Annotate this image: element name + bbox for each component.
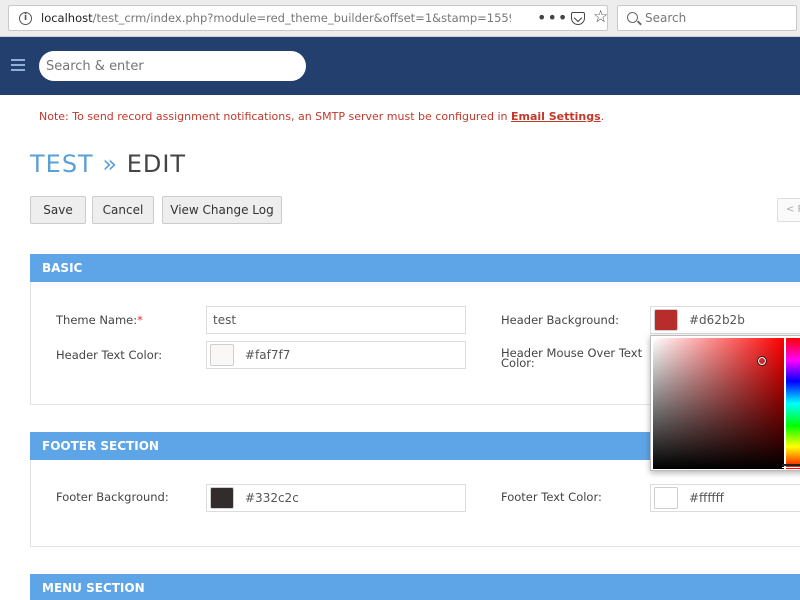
- hamburger-menu-icon[interactable]: [11, 59, 25, 71]
- footer-background-label: Footer Background:: [56, 490, 169, 504]
- title-separator: »: [102, 150, 119, 178]
- theme-name-value: test: [213, 313, 237, 327]
- hue-slider[interactable]: [786, 338, 800, 469]
- color-picker-cursor[interactable]: [757, 356, 767, 366]
- smtp-notice: Note: To send record assignment notifica…: [39, 110, 604, 123]
- cancel-button[interactable]: Cancel: [92, 196, 154, 224]
- header-background-input[interactable]: #d62b2b: [650, 306, 800, 334]
- browser-toolbar: i localhost/test_crm/index.php?module=re…: [0, 0, 800, 37]
- hue-slider-handle[interactable]: [782, 464, 800, 468]
- header-background-value: #d62b2b: [689, 313, 745, 327]
- header-text-color-value: #faf7f7: [245, 348, 291, 362]
- footer-section-body: Footer Background: #332c2c Footer Text C…: [30, 460, 800, 547]
- url-host: localhost: [41, 11, 93, 25]
- menu-section-header[interactable]: MENU SECTION: [30, 574, 800, 600]
- header-background-label: Header Background:: [501, 313, 620, 327]
- url-bar[interactable]: i localhost/test_crm/index.php?module=re…: [8, 5, 608, 31]
- color-picker-popup: [650, 335, 800, 471]
- browser-search-placeholder: Search: [645, 11, 687, 25]
- url-text[interactable]: localhost/test_crm/index.php?module=red_…: [41, 11, 511, 25]
- pocket-icon[interactable]: [571, 12, 585, 25]
- footer-background-value: #332c2c: [245, 491, 299, 505]
- header-background-swatch[interactable]: [654, 309, 678, 331]
- header-text-color-input[interactable]: #faf7f7: [206, 341, 466, 369]
- title-action: EDIT: [126, 150, 187, 178]
- basic-section-header[interactable]: BASIC: [30, 254, 800, 282]
- notice-text: Note: To send record assignment notifica…: [39, 110, 511, 123]
- view-change-log-button[interactable]: View Change Log: [162, 196, 282, 224]
- footer-background-swatch[interactable]: [210, 487, 234, 509]
- global-search-input[interactable]: [39, 51, 306, 81]
- theme-name-label: Theme Name:*: [56, 313, 143, 327]
- saturation-brightness-area[interactable]: [653, 338, 784, 469]
- footer-background-input[interactable]: #332c2c: [206, 484, 466, 512]
- page-title: TEST » EDIT: [30, 150, 186, 178]
- app-header: [0, 37, 800, 95]
- email-settings-link[interactable]: Email Settings: [511, 110, 601, 123]
- site-info-icon[interactable]: i: [19, 12, 32, 25]
- theme-name-label-text: Theme Name:: [56, 313, 138, 327]
- page-actions-menu-icon[interactable]: •••: [537, 8, 568, 27]
- browser-search-box[interactable]: Search: [617, 5, 797, 31]
- header-text-color-swatch[interactable]: [210, 344, 234, 366]
- title-module[interactable]: TEST: [30, 150, 94, 178]
- header-hover-text-color-label: Header Mouse Over Text Color:: [501, 347, 642, 369]
- pagination-prev-button[interactable]: < P: [777, 198, 800, 222]
- search-icon: [627, 12, 638, 23]
- footer-text-color-swatch[interactable]: [654, 487, 678, 509]
- theme-name-input[interactable]: test: [206, 306, 466, 334]
- save-button[interactable]: Save: [30, 196, 86, 224]
- bookmark-star-icon[interactable]: ☆: [593, 7, 608, 27]
- required-marker: *: [137, 313, 143, 327]
- footer-text-color-input[interactable]: #ffffff: [650, 484, 800, 512]
- url-path: /test_crm/index.php?module=red_theme_bui…: [92, 11, 511, 25]
- footer-text-color-label: Footer Text Color:: [501, 490, 602, 504]
- footer-text-color-value: #ffffff: [689, 491, 724, 505]
- notice-suffix: .: [600, 110, 605, 123]
- header-text-color-label: Header Text Color:: [56, 348, 163, 362]
